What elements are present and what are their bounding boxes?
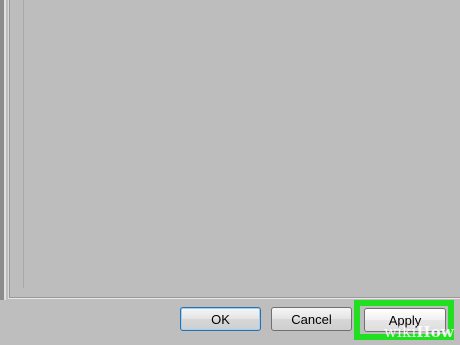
panel-divider [23,0,24,288]
dialog-window: OK Cancel Apply wikiHow [0,0,460,345]
watermark-how: How [416,323,455,341]
watermark-wiki: wiki [384,323,417,341]
wikihow-watermark: wikiHow [384,323,454,341]
dialog-left-border-highlight [4,0,6,300]
ok-button[interactable]: OK [180,307,261,331]
cancel-button[interactable]: Cancel [271,307,352,331]
dialog-content-panel [8,0,460,299]
